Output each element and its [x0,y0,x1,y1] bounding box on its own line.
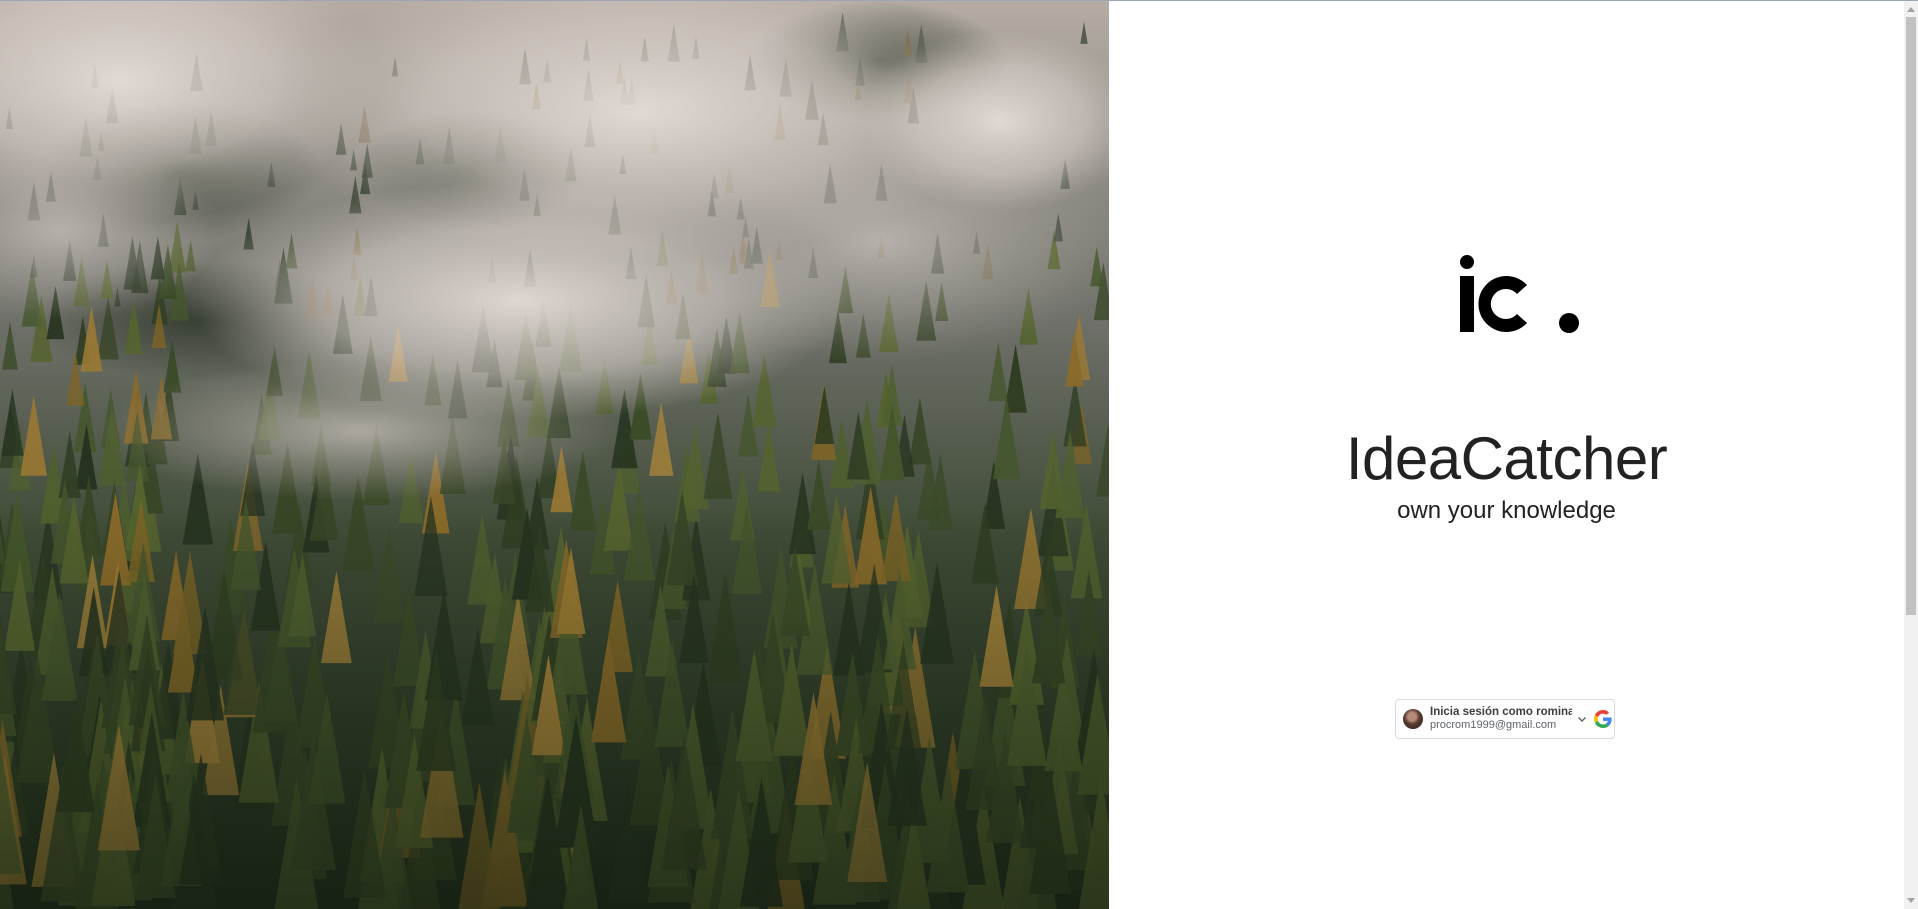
scroll-thumb[interactable] [1906,17,1916,615]
app-tagline: own your knowledge [1397,497,1616,524]
vertical-scrollbar[interactable] [1904,1,1918,909]
ideacatcher-logo [1460,255,1579,333]
google-signin-button[interactable]: Inicia sesión como romina procrom1999@gm… [1395,699,1615,739]
hero-forest-image [0,1,1109,909]
chevron-down-icon[interactable] [1576,713,1588,725]
signin-account-label: Inicia sesión como romina [1430,706,1572,718]
google-g-icon [1594,710,1612,728]
signin-email: procrom1999@gmail.com [1430,719,1557,731]
scroll-up-arrow-icon[interactable] [1907,7,1915,12]
scroll-down-arrow-icon[interactable] [1907,898,1915,903]
signin-text: Inicia sesión como romina procrom1999@gm… [1430,706,1572,732]
avatar [1403,709,1423,729]
app-title: IdeaCatcher [1345,425,1668,492]
login-panel: IdeaCatcher own your knowledge Inicia se… [1109,1,1904,909]
login-page: IdeaCatcher own your knowledge Inicia se… [0,0,1918,909]
